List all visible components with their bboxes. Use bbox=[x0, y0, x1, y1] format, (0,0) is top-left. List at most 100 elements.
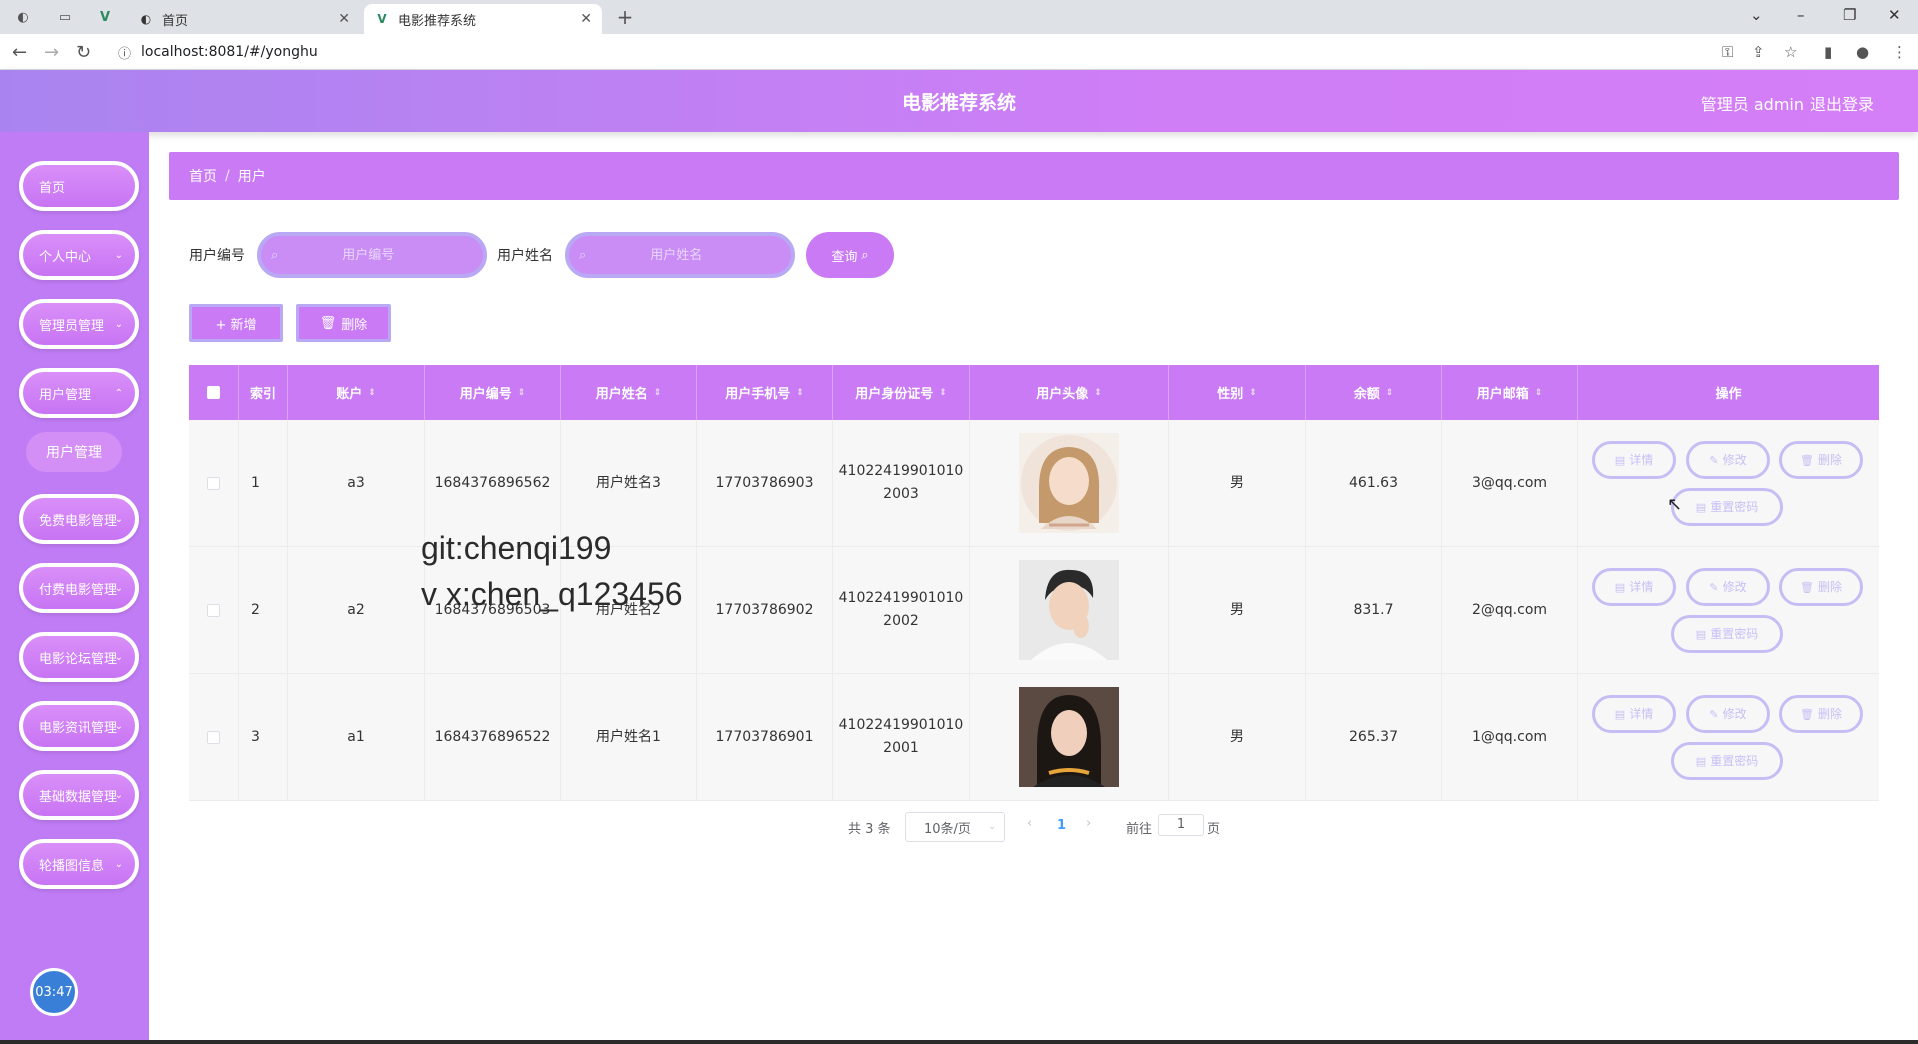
sidebar-item-personal-center[interactable]: 个人中心 ⌄ bbox=[19, 230, 139, 280]
next-page-icon[interactable]: › bbox=[1086, 816, 1091, 831]
close-icon[interactable]: ✕ bbox=[338, 11, 350, 27]
row-select[interactable] bbox=[189, 420, 239, 546]
sidebar-item-paid-movies[interactable]: 付费电影管理 ⌄ bbox=[19, 563, 139, 613]
id-part: 2002 bbox=[883, 613, 919, 629]
tab-movie-system[interactable]: V 电影推荐系统 ✕ bbox=[364, 4, 602, 34]
new-tab-button[interactable]: + bbox=[616, 5, 634, 29]
header-user-name[interactable]: 用户姓名 ⇕ bbox=[561, 365, 697, 420]
detail-button[interactable]: ▤ 详情 bbox=[1592, 695, 1676, 733]
search-input-user-no[interactable]: ⌕ bbox=[257, 232, 487, 278]
url-field[interactable]: ⓘ localhost:8081/#/yonghu bbox=[108, 38, 1908, 66]
close-icon[interactable]: ✕ bbox=[580, 11, 592, 27]
header-account[interactable]: 账户 ⇕ bbox=[288, 365, 425, 420]
goto-page-input[interactable]: 1 bbox=[1158, 814, 1204, 836]
document-icon: ▤ bbox=[1614, 580, 1626, 594]
chevron-down-icon: ⌄ bbox=[114, 582, 123, 594]
avatar[interactable] bbox=[1019, 687, 1119, 787]
reset-password-button[interactable]: ▤ 重置密码 bbox=[1671, 615, 1783, 653]
query-button[interactable]: 查询 ⌕ bbox=[806, 232, 894, 278]
edit-button[interactable]: ✎ 修改 bbox=[1686, 568, 1770, 606]
row-select[interactable] bbox=[189, 547, 239, 673]
header-avatar[interactable]: 用户头像 ⇕ bbox=[970, 365, 1169, 420]
sidebar-item-admin-management[interactable]: 管理员管理 ⌄ bbox=[19, 299, 139, 349]
tab-search-icon[interactable]: ⌄ bbox=[1750, 6, 1763, 24]
delete-row-button[interactable]: 🗑 删除 bbox=[1779, 568, 1863, 606]
pinned-tab-blank-icon[interactable]: ▭ bbox=[56, 8, 74, 26]
sort-icon[interactable]: ⇕ bbox=[518, 388, 526, 398]
forward-icon[interactable]: → bbox=[44, 42, 59, 63]
page-size-select[interactable]: 10条/页 ⌄ bbox=[905, 812, 1005, 842]
sort-icon[interactable]: ⇕ bbox=[796, 388, 804, 398]
pinned-tab-icon[interactable]: ◐ bbox=[14, 8, 32, 26]
reset-password-button[interactable]: ▤ 重置密码 bbox=[1671, 742, 1783, 780]
clock-widget[interactable]: 03:47 bbox=[30, 968, 78, 1016]
sort-icon[interactable]: ⇕ bbox=[368, 388, 376, 398]
delete-button[interactable]: 🗑 删除 bbox=[296, 304, 391, 342]
sidebar-item-carousel[interactable]: 轮播图信息 ⌄ bbox=[19, 839, 139, 889]
sort-icon[interactable]: ⇕ bbox=[654, 388, 662, 398]
header-phone[interactable]: 用户手机号 ⇕ bbox=[697, 365, 833, 420]
reload-icon[interactable]: ↻ bbox=[76, 42, 91, 63]
checkbox[interactable] bbox=[207, 603, 220, 617]
restore-icon[interactable]: ❐ bbox=[1843, 6, 1856, 24]
search-input-user-name[interactable]: ⌕ bbox=[565, 232, 795, 278]
prev-page-icon[interactable]: ‹ bbox=[1027, 816, 1032, 831]
header-select-all[interactable] bbox=[189, 365, 239, 420]
user-no-field[interactable] bbox=[278, 247, 459, 263]
key-icon[interactable]: ⚿ bbox=[1722, 43, 1733, 61]
reset-password-label: 重置密码 bbox=[1710, 499, 1759, 514]
header-id-card[interactable]: 用户身份证号 ⇕ bbox=[833, 365, 970, 420]
detail-button[interactable]: ▤ 详情 bbox=[1592, 441, 1676, 479]
page-number-current[interactable]: 1 bbox=[1057, 818, 1066, 833]
sidebar-subitem-user-management[interactable]: 用户管理 bbox=[26, 432, 122, 472]
vue-tab-icon[interactable]: V bbox=[96, 8, 114, 26]
edit-button[interactable]: ✎ 修改 bbox=[1686, 695, 1770, 733]
sidebar-item-user-management[interactable]: 用户管理 ⌃ bbox=[19, 368, 139, 418]
sidebar-item-free-movies[interactable]: 免费电影管理 ⌄ bbox=[19, 494, 139, 544]
back-icon[interactable]: ← bbox=[12, 42, 27, 63]
sidebar-item-movie-forum[interactable]: 电影论坛管理 ⌄ bbox=[19, 632, 139, 682]
menu-icon[interactable]: ⋮ bbox=[1892, 43, 1907, 61]
checkbox[interactable] bbox=[207, 730, 220, 744]
profile-icon[interactable]: ● bbox=[1856, 43, 1869, 61]
tab-home[interactable]: ◐ 首页 ✕ bbox=[128, 4, 360, 34]
sort-icon[interactable]: ⇕ bbox=[1386, 388, 1394, 398]
user-name-field[interactable] bbox=[586, 247, 767, 263]
sort-icon[interactable]: ⇕ bbox=[1094, 388, 1102, 398]
sort-icon[interactable]: ⇕ bbox=[1535, 388, 1543, 398]
header-user-no[interactable]: 用户编号 ⇕ bbox=[425, 365, 561, 420]
star-icon[interactable]: ☆ bbox=[1784, 43, 1797, 61]
sidepanel-icon[interactable]: ▮ bbox=[1824, 43, 1832, 61]
sidebar-item-basic-data[interactable]: 基础数据管理 ⌄ bbox=[19, 770, 139, 820]
cell-user-name: 用户姓名1 bbox=[561, 674, 697, 800]
add-button[interactable]: + 新增 bbox=[189, 304, 283, 342]
cell-avatar bbox=[970, 674, 1169, 800]
delete-row-button[interactable]: 🗑 删除 bbox=[1779, 695, 1863, 733]
table-header: 索引 账户 ⇕ 用户编号 ⇕ 用户姓名 ⇕ 用户手机号 ⇕ 用户身份证号 ⇕ 用户头像 ⇕ … bbox=[189, 365, 1879, 420]
minimize-icon[interactable]: – bbox=[1797, 6, 1805, 24]
header-balance[interactable]: 余额 ⇕ bbox=[1306, 365, 1442, 420]
breadcrumb-home[interactable]: 首页 bbox=[189, 166, 217, 186]
logout-link[interactable]: 退出登录 bbox=[1810, 91, 1874, 115]
share-icon[interactable]: ⇪ bbox=[1752, 43, 1765, 61]
header-email[interactable]: 用户邮箱 ⇕ bbox=[1442, 365, 1578, 420]
edit-button[interactable]: ✎ 修改 bbox=[1686, 441, 1770, 479]
checkbox[interactable] bbox=[207, 476, 220, 490]
checkbox[interactable] bbox=[207, 386, 220, 399]
sidebar-item-movie-news[interactable]: 电影资讯管理 ⌄ bbox=[19, 701, 139, 751]
row-select[interactable] bbox=[189, 674, 239, 800]
detail-button[interactable]: ▤ 详情 bbox=[1592, 568, 1676, 606]
sidebar-item-home[interactable]: 首页 bbox=[19, 161, 139, 211]
sort-icon[interactable]: ⇕ bbox=[939, 388, 947, 398]
trash-icon: 🗑 bbox=[319, 315, 337, 331]
cell-email: 2@qq.com bbox=[1442, 547, 1578, 673]
avatar[interactable] bbox=[1019, 560, 1119, 660]
reset-password-button[interactable]: ▤ 重置密码 bbox=[1671, 488, 1783, 526]
window-close-icon[interactable]: ✕ bbox=[1888, 6, 1901, 24]
avatar[interactable] bbox=[1019, 433, 1119, 533]
delete-row-button[interactable]: 🗑 删除 bbox=[1779, 441, 1863, 479]
sort-icon[interactable]: ⇕ bbox=[1249, 388, 1257, 398]
header-gender[interactable]: 性别 ⇕ bbox=[1169, 365, 1306, 420]
tab-movie-label: 电影推荐系统 bbox=[398, 13, 477, 29]
app-title: 电影推荐系统 bbox=[901, 92, 1016, 114]
